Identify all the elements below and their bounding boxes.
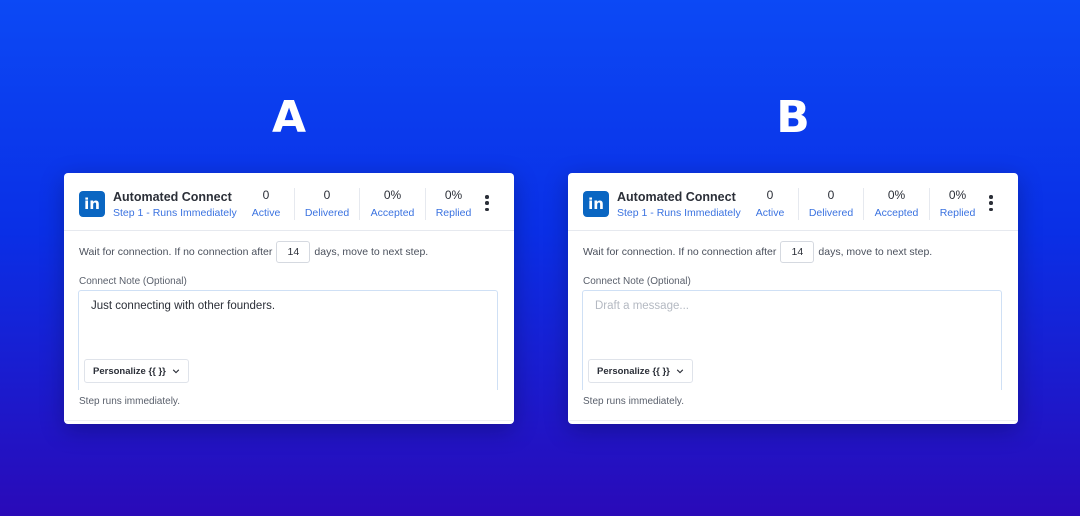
divider bbox=[64, 420, 514, 424]
step-card-b: in Automated Connect Step 1 - Runs Immed… bbox=[568, 173, 1018, 424]
stat-accepted[interactable]: 0% Accepted bbox=[863, 188, 929, 220]
stat-value: 0 bbox=[766, 188, 774, 202]
card-header: in Automated Connect Step 1 - Runs Immed… bbox=[64, 173, 514, 231]
stat-value: 0 bbox=[323, 188, 331, 202]
connect-note-input[interactable]: Just connecting with other founders. Per… bbox=[78, 290, 498, 390]
stats-row: 0 Active 0 Delivered 0% Accepted 0% Repl… bbox=[742, 188, 985, 220]
stat-label: Replied bbox=[435, 207, 472, 219]
step-footer: Step runs immediately. bbox=[79, 396, 180, 407]
stat-value: 0 bbox=[827, 188, 835, 202]
divider bbox=[568, 420, 1018, 424]
wait-suffix: days, move to next step. bbox=[314, 246, 429, 258]
variant-a-label: A bbox=[271, 92, 307, 143]
stat-value: 0 bbox=[262, 188, 270, 202]
stat-value: 0% bbox=[887, 188, 906, 202]
stat-replied[interactable]: 0% Replied bbox=[425, 188, 481, 220]
stat-delivered[interactable]: 0 Delivered bbox=[798, 188, 863, 220]
step-subtitle[interactable]: Step 1 - Runs Immediately bbox=[113, 206, 237, 221]
stat-delivered[interactable]: 0 Delivered bbox=[294, 188, 359, 220]
step-subtitle[interactable]: Step 1 - Runs Immediately bbox=[617, 206, 741, 221]
stat-label: Active bbox=[251, 207, 281, 219]
personalize-label: Personalize {{ }} bbox=[93, 365, 166, 377]
connect-note-input[interactable]: Draft a message... Personalize {{ }} bbox=[582, 290, 1002, 390]
title-block: Automated Connect Step 1 - Runs Immediat… bbox=[113, 189, 237, 221]
stat-label: Replied bbox=[939, 207, 976, 219]
personalize-label: Personalize {{ }} bbox=[597, 365, 670, 377]
stat-label: Delivered bbox=[808, 207, 854, 219]
stat-label: Accepted bbox=[370, 207, 415, 219]
wait-suffix: days, move to next step. bbox=[818, 246, 933, 258]
personalize-button[interactable]: Personalize {{ }} bbox=[588, 359, 693, 383]
variant-b-label: B bbox=[776, 92, 810, 143]
wait-prefix: Wait for connection. If no connection af… bbox=[79, 246, 273, 258]
kebab-menu-icon[interactable] bbox=[988, 195, 994, 211]
stat-value: 0% bbox=[948, 188, 967, 202]
stat-value: 0% bbox=[444, 188, 463, 202]
connect-note-text: Just connecting with other founders. bbox=[91, 300, 276, 312]
chevron-down-icon bbox=[172, 369, 180, 374]
connect-note-placeholder: Draft a message... bbox=[595, 300, 689, 312]
step-title: Automated Connect bbox=[617, 190, 736, 204]
connect-note-label: Connect Note (Optional) bbox=[79, 276, 187, 287]
wait-days-input[interactable] bbox=[276, 241, 311, 263]
stat-value: 0% bbox=[383, 188, 402, 202]
kebab-menu-icon[interactable] bbox=[484, 195, 490, 211]
stat-replied[interactable]: 0% Replied bbox=[929, 188, 985, 220]
connect-note-label: Connect Note (Optional) bbox=[583, 276, 691, 287]
wait-row: Wait for connection. If no connection af… bbox=[583, 241, 932, 263]
linkedin-icon: in bbox=[79, 191, 105, 217]
wait-prefix: Wait for connection. If no connection af… bbox=[583, 246, 777, 258]
wait-days-input[interactable] bbox=[780, 241, 815, 263]
title-block: Automated Connect Step 1 - Runs Immediat… bbox=[617, 189, 741, 221]
chevron-down-icon bbox=[676, 369, 684, 374]
linkedin-icon: in bbox=[583, 191, 609, 217]
personalize-button[interactable]: Personalize {{ }} bbox=[84, 359, 189, 383]
step-title: Automated Connect bbox=[113, 190, 232, 204]
stat-label: Delivered bbox=[304, 207, 350, 219]
step-card-a: in Automated Connect Step 1 - Runs Immed… bbox=[64, 173, 514, 424]
stat-label: Accepted bbox=[874, 207, 919, 219]
stat-active[interactable]: 0 Active bbox=[238, 188, 294, 220]
stat-active[interactable]: 0 Active bbox=[742, 188, 798, 220]
step-footer: Step runs immediately. bbox=[583, 396, 684, 407]
stats-row: 0 Active 0 Delivered 0% Accepted 0% Repl… bbox=[238, 188, 481, 220]
wait-row: Wait for connection. If no connection af… bbox=[79, 241, 428, 263]
card-header: in Automated Connect Step 1 - Runs Immed… bbox=[568, 173, 1018, 231]
stat-label: Active bbox=[755, 207, 785, 219]
stat-accepted[interactable]: 0% Accepted bbox=[359, 188, 425, 220]
